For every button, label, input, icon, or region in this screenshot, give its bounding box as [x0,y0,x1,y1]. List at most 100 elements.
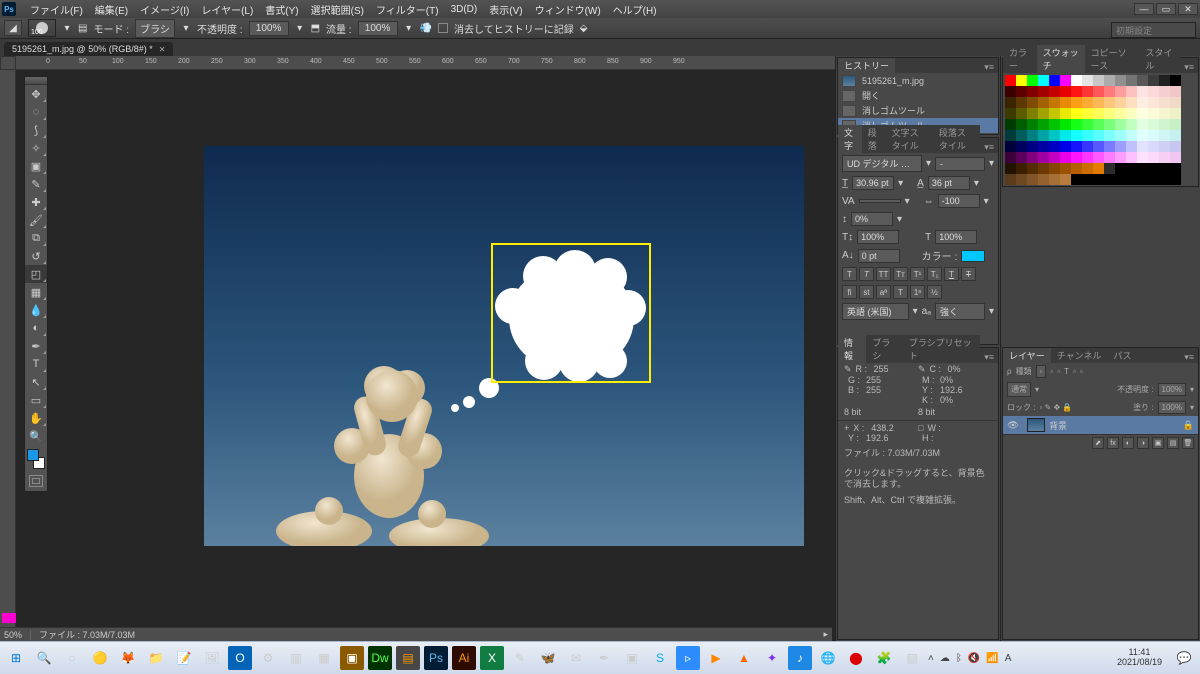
swatch[interactable] [1104,174,1115,185]
swatch[interactable] [1060,141,1071,152]
layer-fill[interactable]: 100% [1158,401,1186,414]
swatch[interactable] [1148,119,1159,130]
swatch[interactable] [1126,141,1137,152]
font-size-field[interactable]: 30.96 pt [852,176,894,190]
move-tool[interactable]: ✥ [25,85,47,103]
swatch[interactable] [1038,97,1049,108]
swatch[interactable] [1082,97,1093,108]
skype-icon[interactable]: S [648,646,672,670]
swatch[interactable] [1115,75,1126,86]
opacity-dropdown[interactable]: ▾ [295,23,305,34]
swatch[interactable] [1027,163,1038,174]
layer-row-background[interactable]: 👁 背景 🔒 [1003,416,1198,434]
swatch[interactable] [1115,152,1126,163]
pressure-opacity-icon[interactable]: ⬒ [311,23,320,34]
menu-layer[interactable]: レイヤー(L) [195,2,259,17]
vscale-field[interactable]: 0% [851,212,893,226]
swatch[interactable] [1126,108,1137,119]
underline-button[interactable]: T [944,267,959,281]
swatch[interactable] [1137,130,1148,141]
healing-tool[interactable]: ✚ [25,193,47,211]
swatch[interactable] [1126,163,1137,174]
dreamweaver-icon[interactable]: Dw [368,646,392,670]
swatch[interactable] [1126,86,1137,97]
opacity-field[interactable]: 100% [249,21,289,36]
blur-tool[interactable]: 💧 [25,301,47,319]
channels-tab[interactable]: チャンネル [1051,348,1108,363]
info-tab[interactable]: 情報 [838,335,866,363]
note-icon[interactable]: 📝 [172,646,196,670]
ot-4[interactable]: T [893,285,908,299]
swatch[interactable] [1016,163,1027,174]
swatch[interactable] [1016,152,1027,163]
info-panel-menu[interactable]: ▾≡ [980,352,998,363]
history-panel-menu[interactable]: ▾≡ [980,62,998,73]
quick-mask-toggle[interactable] [29,475,43,487]
swatches-panel-menu[interactable]: ▾≡ [1180,62,1198,73]
swatch[interactable] [1005,97,1016,108]
adjust-icon[interactable]: ◑ [1137,437,1149,449]
menu-file[interactable]: ファイル(F) [24,2,89,17]
swatch[interactable] [1027,97,1038,108]
swatch[interactable] [1060,97,1071,108]
menu-image[interactable]: イメージ(I) [134,2,195,17]
swatch[interactable] [1049,163,1060,174]
layer-visibility-icon[interactable]: 👁 [1007,420,1019,431]
canvas[interactable] [204,146,804,546]
color-tab[interactable]: カラー [1003,45,1037,73]
fx-icon[interactable]: fx [1107,437,1119,449]
zoom-display[interactable]: 50% [4,630,22,640]
lang-select[interactable]: 英語 (米国) [842,303,909,320]
swatch[interactable] [1148,86,1159,97]
butterfly-icon[interactable]: 🦋 [536,646,560,670]
swatch[interactable] [1005,75,1016,86]
swatch[interactable] [1071,86,1082,97]
start-button[interactable]: ⊞ [4,646,28,670]
tray-volume-icon[interactable]: 🔇 [968,653,980,664]
swatch[interactable] [1137,119,1148,130]
flow-dropdown[interactable]: ▾ [404,23,414,34]
leading-field[interactable]: 36 pt [928,176,970,190]
history-item[interactable]: 消しゴムツール [838,103,998,118]
record-icon[interactable]: ⬤ [844,646,868,670]
swatch[interactable] [1104,152,1115,163]
hand-tool[interactable]: ✋ [25,409,47,427]
swatch[interactable] [1093,141,1104,152]
menu-select[interactable]: 選択範囲(S) [305,2,370,17]
flow-field[interactable]: 100% [358,21,398,36]
swatch[interactable] [1148,130,1159,141]
swatch[interactable] [1137,86,1148,97]
brush-dropdown[interactable]: ▾ [62,23,72,34]
aa-select[interactable]: 強く [935,303,985,320]
outlook-icon[interactable]: O [228,646,252,670]
mode-select[interactable]: ブラシ [135,19,175,38]
ruler-origin[interactable] [0,56,16,70]
swatch[interactable] [1170,119,1181,130]
document-tab[interactable]: 5195261_m.jpg @ 50% (RGB/8#) * ✕ [4,42,173,56]
screen-mode-indicator[interactable] [2,613,16,623]
swatch[interactable] [1148,141,1159,152]
illustrator-icon[interactable]: Ai [452,646,476,670]
swatch[interactable] [1170,130,1181,141]
tray-expand-icon[interactable]: ˄ [928,653,934,664]
blend-mode-select[interactable]: 通常 [1007,382,1031,397]
swatch[interactable] [1060,174,1071,185]
swatch[interactable] [1005,119,1016,130]
tray-bluetooth-icon[interactable]: ᛒ [956,653,962,664]
baseline-field[interactable]: 0 pt [858,249,900,263]
swatch[interactable] [1049,75,1060,86]
minimize-button[interactable]: — [1134,3,1154,15]
swatch[interactable] [1115,108,1126,119]
swatch[interactable] [1027,86,1038,97]
swatch[interactable] [1005,163,1016,174]
swatch[interactable] [1082,75,1093,86]
notifications-icon[interactable]: 💬 [1172,646,1196,670]
swatch[interactable] [1093,174,1104,185]
obs-icon[interactable]: ▣ [620,646,644,670]
swatch[interactable] [1148,152,1159,163]
swatch[interactable] [1104,119,1115,130]
swatch[interactable] [1082,152,1093,163]
zoom-tool[interactable]: 🔍 [25,427,47,445]
swatch[interactable] [1071,97,1082,108]
swatch[interactable] [1027,108,1038,119]
